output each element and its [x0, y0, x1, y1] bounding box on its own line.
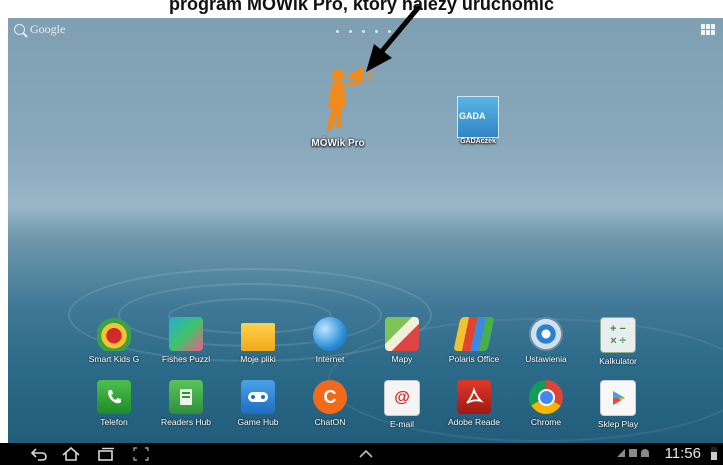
maps-icon — [385, 317, 419, 351]
recent-apps-button[interactable] — [95, 446, 117, 462]
play-store-icon — [600, 380, 636, 416]
dock-app-email[interactable]: @ E-mail — [366, 380, 438, 429]
smart-kids-icon — [97, 317, 131, 351]
fishes-puzzle-icon — [169, 317, 203, 351]
dock-label: Sklep Play — [597, 419, 639, 429]
dock-label: Adobe Reade — [448, 417, 500, 427]
dock-app-fishes-puzzle[interactable]: Fishes Puzzl — [150, 317, 222, 366]
status-icons — [617, 449, 649, 457]
gallery-notification-icon — [629, 449, 637, 457]
dock-label: Moje pliki — [240, 354, 276, 364]
email-icon: @ — [384, 380, 420, 416]
dock-label: E-mail — [389, 419, 415, 429]
apps-grid-icon[interactable] — [701, 24, 716, 36]
dock-app-smart-kids[interactable]: Smart Kids G — [78, 317, 150, 366]
screenshot-icon — [133, 447, 149, 461]
dock-row-2: Telefon Readers Hub Game Hub C ChatON @ … — [78, 380, 654, 429]
system-navigation-bar: 11:56 — [0, 443, 723, 465]
signal-icon — [617, 449, 625, 457]
wifi-icon — [641, 449, 649, 457]
adobe-reader-icon — [457, 380, 491, 414]
dock-label: Ustawienia — [525, 354, 567, 364]
polaris-office-icon — [453, 317, 495, 351]
book-icon — [169, 380, 203, 414]
battery-icon — [711, 447, 717, 460]
dock-label: Game Hub — [237, 417, 279, 427]
dock-label: Internet — [315, 354, 345, 364]
search-icon — [14, 24, 25, 35]
folder-icon — [241, 323, 275, 351]
globe-icon — [313, 317, 347, 351]
dock-app-telefon[interactable]: Telefon — [78, 380, 150, 429]
google-search-bar[interactable]: Google — [14, 22, 65, 37]
dock-label: Mapy — [391, 354, 413, 364]
dock-app-internet[interactable]: Internet — [294, 317, 366, 366]
calculator-icon: + − × ÷ — [600, 317, 636, 353]
home-button[interactable] — [60, 446, 82, 462]
dock-label: Readers Hub — [160, 417, 212, 427]
dock-app-readers-hub[interactable]: Readers Hub — [150, 380, 222, 429]
dock-label: Smart Kids G — [88, 354, 140, 364]
gear-icon — [529, 317, 563, 351]
dock-app-kalkulator[interactable]: + − × ÷ Kalkulator — [582, 317, 654, 366]
dock-app-game-hub[interactable]: Game Hub — [222, 380, 294, 429]
screenshot-button[interactable] — [130, 446, 152, 462]
dock-app-ustawienia[interactable]: Ustawienia — [510, 317, 582, 366]
search-label: Google — [30, 22, 66, 36]
dock-app-moje-pliki[interactable]: Moje pliki — [222, 317, 294, 366]
quick-panel-toggle[interactable] — [355, 446, 377, 462]
dock-app-chrome[interactable]: Chrome — [510, 380, 582, 429]
gadaczek-label: GADAczek — [460, 138, 496, 145]
gadaczek-shortcut[interactable]: GADA GADAczek — [448, 96, 508, 145]
home-icon — [62, 447, 80, 461]
phone-icon — [97, 380, 131, 414]
dock-label: Kalkulator — [599, 356, 637, 366]
dock-label: ChatON — [314, 417, 346, 427]
back-icon — [30, 448, 47, 461]
chevron-up-icon — [359, 449, 373, 458]
dock-label: Fishes Puzzl — [161, 354, 211, 364]
dock-app-mapy[interactable]: Mapy — [366, 317, 438, 366]
tablet-home-screen: Google MÓWik Pro GADA GADAczek Smart Kid… — [8, 18, 723, 465]
mowik-pro-label: MÓWik Pro — [311, 138, 365, 149]
dock-label: Chrome — [530, 417, 562, 427]
dock-app-sklep-play[interactable]: Sklep Play — [582, 380, 654, 429]
dock-app-chaton[interactable]: C ChatON — [294, 380, 366, 429]
dock-app-adobe-reader[interactable]: Adobe Reade — [438, 380, 510, 429]
chaton-icon: C — [313, 380, 347, 414]
recent-apps-icon — [98, 447, 114, 461]
chrome-icon — [529, 380, 563, 414]
dock-app-polaris-office[interactable]: Polaris Office — [438, 317, 510, 366]
dock-label: Polaris Office — [448, 354, 500, 364]
gadaczek-icon: GADA — [457, 96, 499, 138]
gadaczek-tile-text: GADA — [459, 111, 486, 121]
clock: 11:56 — [664, 445, 701, 462]
annotation-arrow-icon — [366, 5, 421, 72]
gamepad-icon — [241, 380, 275, 414]
back-button[interactable] — [28, 446, 50, 462]
dock-row-1: Smart Kids G Fishes Puzzl Moje pliki Int… — [78, 317, 654, 366]
dock-label: Telefon — [100, 417, 128, 427]
